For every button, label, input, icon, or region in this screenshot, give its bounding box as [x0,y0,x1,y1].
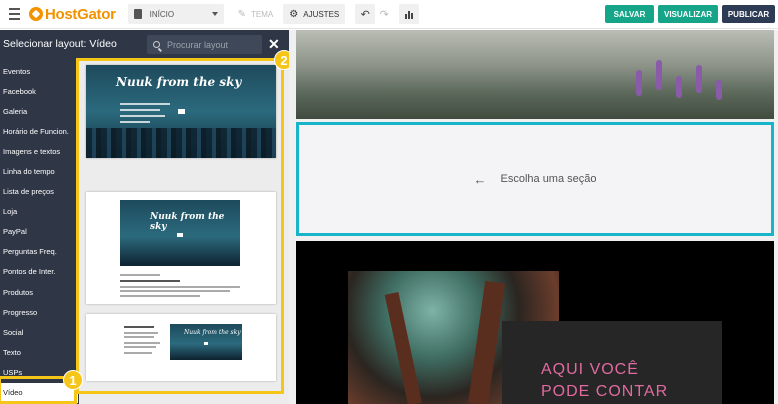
category-item[interactable]: Lista de preços [0,182,78,202]
bar-chart-icon [408,11,411,19]
category-item[interactable]: Loja [0,202,78,222]
category-item[interactable]: Produtos [0,282,78,302]
category-item[interactable]: Facebook [0,81,78,101]
undo-icon: ↶ [360,8,370,21]
search-layout[interactable] [147,35,262,54]
hero-heading-line-2: PODE CONTAR [541,383,669,400]
hostgator-logo[interactable]: HostGator [29,6,116,23]
step-badge-1: 1 [63,370,83,390]
search-icon [153,41,160,48]
flower-decoration [636,70,642,96]
flower-decoration [696,65,702,93]
lake-image-section[interactable] [296,30,774,119]
category-item[interactable]: Pontos de Inter. [0,262,78,282]
hero-section[interactable]: AQUI VOCÊ PODE CONTAR [296,241,774,404]
gear-icon: ⚙ [289,8,299,20]
category-item[interactable]: Eventos [0,61,78,81]
flower-decoration [676,76,682,98]
ajustes-label: AJUSTES [303,9,340,19]
category-item[interactable]: Galeria [0,101,78,121]
editor-canvas: ← Escolha uma seção AQUI VOCÊ PODE CONTA… [289,30,778,404]
logo-text: HostGator [45,5,116,23]
category-item[interactable]: Imagens e textos [0,141,78,161]
tema-label: TEMA [251,9,274,19]
category-item[interactable]: Horário de Funcion. [0,121,78,141]
sidebar-title: Selecionar layout: Vídeo [3,38,117,50]
search-input[interactable] [167,39,257,50]
flower-decoration [716,80,722,100]
bar-chart-icon [405,14,408,19]
salvar-button[interactable]: SALVAR [605,5,654,23]
redo-button[interactable]: ↷ [375,4,393,24]
chevron-down-icon [211,12,218,16]
ajustes-button[interactable]: ⚙ AJUSTES [283,4,346,24]
hero-heading: AQUI VOCÊ PODE CONTAR [541,359,668,403]
arrow-left-icon: ← [473,171,487,187]
category-item[interactable]: PayPal [0,222,78,242]
menu-icon[interactable] [3,0,25,29]
page-select[interactable]: INÍCIO [127,4,224,24]
category-item[interactable]: Progresso [0,302,78,322]
undo-button[interactable]: ↶ [355,4,376,24]
flower-decoration [656,60,662,90]
visualizar-button[interactable]: VISUALIZAR [658,5,718,23]
hero-heading-line-1: AQUI VOCÊ [541,361,639,378]
page-icon [133,9,142,19]
tree-trunk [384,292,422,404]
category-item[interactable]: Texto [0,342,78,362]
tree-trunk [468,280,506,404]
bar-chart-icon [411,13,414,19]
category-item[interactable]: Social [0,322,78,342]
hostgator-logo-icon [29,7,43,21]
choose-section-text: Escolha uma seção [500,173,597,185]
highlight-box-layouts [76,58,284,394]
tema-button[interactable]: ✎ TEMA [232,4,280,24]
choose-section-placeholder[interactable]: ← Escolha uma seção [296,122,774,236]
stats-button[interactable] [399,4,420,24]
redo-icon: ↷ [379,8,389,21]
category-item[interactable]: Linha do tempo [0,161,78,181]
brush-icon: ✎ [237,8,247,20]
page-select-value: INÍCIO [149,9,175,19]
publicar-button[interactable]: PUBLICAR [722,5,775,23]
category-item[interactable]: Perguntas Freq. [0,242,78,262]
layout-sidebar: Selecionar layout: Vídeo ✕ Eventos Faceb… [0,30,294,404]
category-list: Eventos Facebook Galeria Horário de Func… [0,61,78,403]
